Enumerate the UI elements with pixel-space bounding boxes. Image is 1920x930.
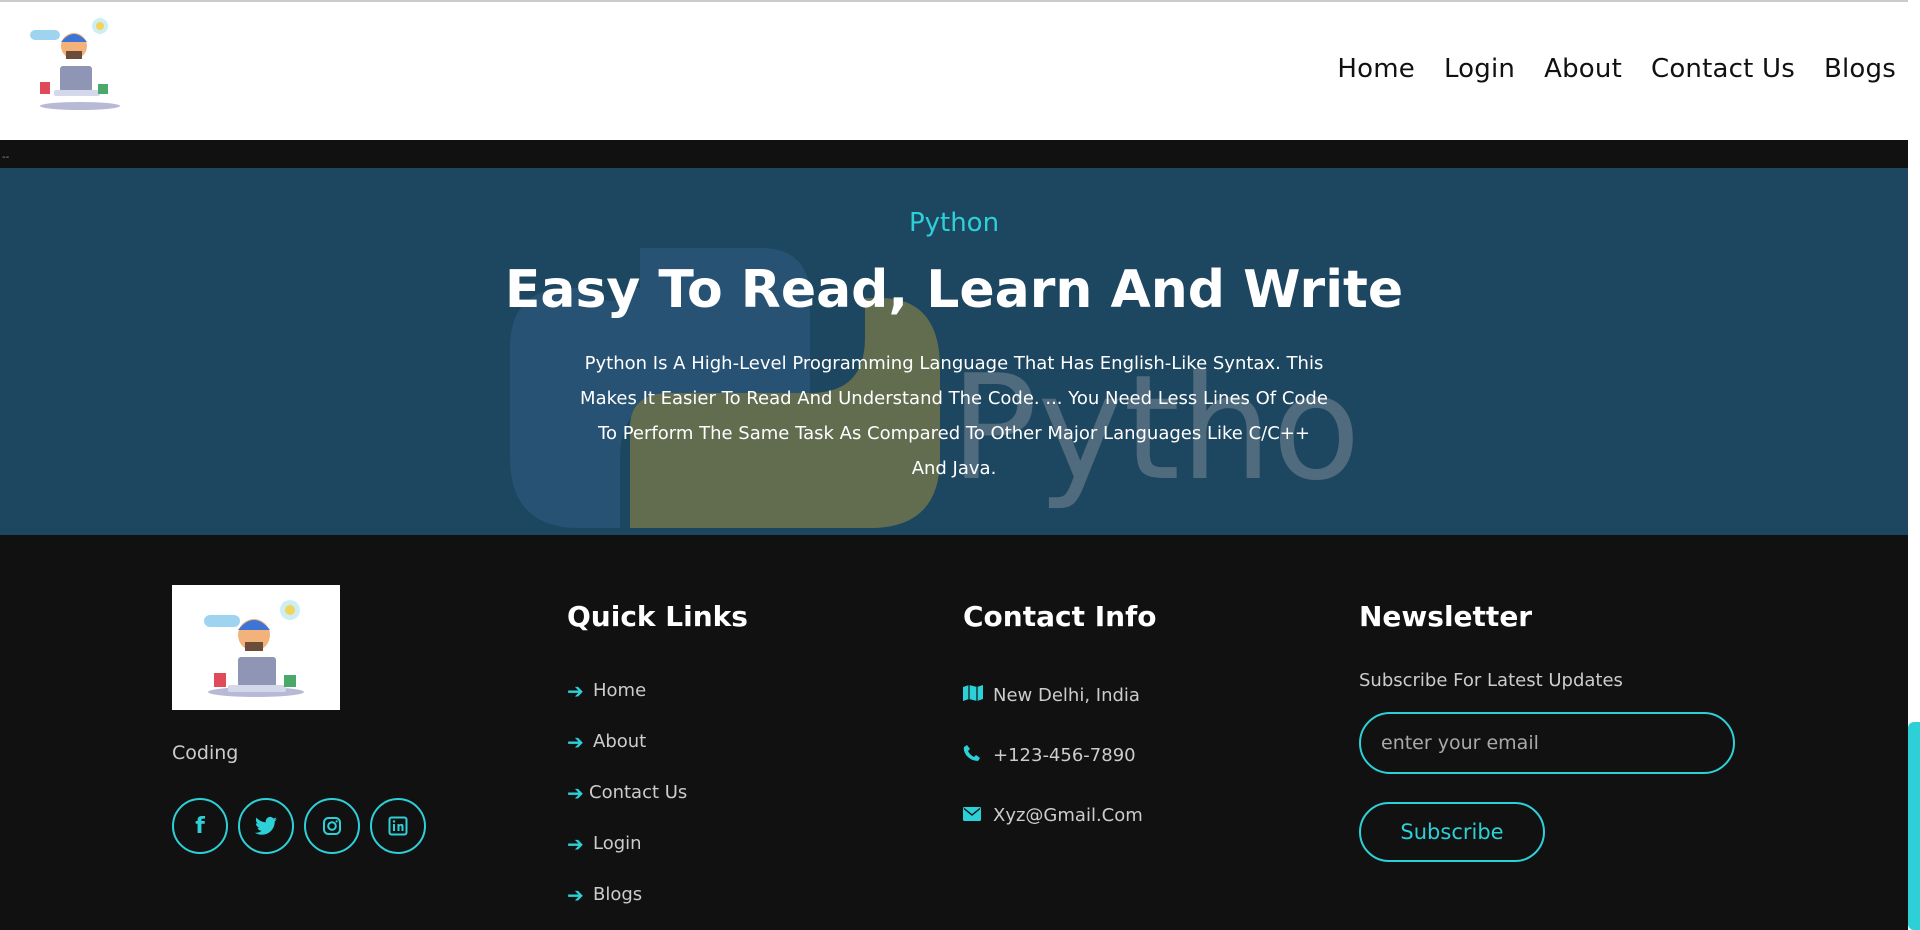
newsletter-title: Newsletter bbox=[1359, 600, 1533, 633]
hero-section: Python Python Easy To Read, Learn And Wr… bbox=[0, 168, 1908, 535]
linkedin-icon[interactable] bbox=[370, 798, 426, 854]
contact-email: Xyz@Gmail.Com bbox=[963, 785, 1143, 845]
social-links: f bbox=[172, 798, 426, 854]
hero-description: Python Is A High-Level Programming Langu… bbox=[580, 353, 1328, 479]
newsletter-section: Newsletter bbox=[1359, 600, 1532, 633]
arrow-right-icon: ➔ bbox=[567, 678, 584, 703]
contact-info-section: Contact Info bbox=[963, 600, 1157, 633]
nav-blogs-link[interactable]: Blogs bbox=[1824, 54, 1896, 84]
instagram-icon[interactable] bbox=[304, 798, 360, 854]
nav-login-link[interactable]: Login bbox=[1444, 54, 1515, 84]
hero-title: Easy To Read, Learn And Write bbox=[504, 260, 1404, 320]
quick-link-about[interactable]: ➔ About bbox=[567, 716, 687, 767]
hero-eyebrow: Python bbox=[908, 208, 1000, 238]
header-divider bbox=[0, 140, 1908, 168]
quick-link-login[interactable]: ➔ Login bbox=[567, 818, 687, 869]
map-icon bbox=[963, 684, 993, 706]
arrow-right-icon: ➔ bbox=[567, 729, 584, 754]
envelope-icon bbox=[963, 805, 993, 826]
arrow-right-icon: ➔ bbox=[567, 780, 584, 805]
site-footer: Coding f Quick Links ➔ Home ➔ About ➔ Conta… bbox=[0, 535, 1908, 930]
arrow-right-icon: ➔ bbox=[567, 882, 584, 907]
quick-links-title: Quick Links bbox=[567, 600, 748, 633]
scrollbar-thumb[interactable] bbox=[1908, 722, 1920, 930]
quick-link-home[interactable]: ➔ Home bbox=[567, 665, 687, 716]
footer-logo[interactable] bbox=[172, 585, 340, 710]
nav-about-link[interactable]: About bbox=[1544, 54, 1622, 84]
quick-links-section: Quick Links bbox=[567, 600, 748, 633]
facebook-icon[interactable]: f bbox=[172, 798, 228, 854]
nav-contact-link[interactable]: Contact Us bbox=[1651, 54, 1795, 84]
contact-phone: +123-456-7890 bbox=[963, 725, 1143, 785]
contact-address: New Delhi, India bbox=[963, 665, 1143, 725]
nav-home-link[interactable]: Home bbox=[1337, 54, 1415, 84]
main-nav: Home Login About Contact Us Blogs bbox=[1308, 54, 1908, 84]
newsletter-email-input[interactable]: enter your email bbox=[1359, 712, 1735, 774]
contact-info-list: New Delhi, India +123-456-7890 Xyz@Gmail… bbox=[963, 665, 1143, 845]
quick-link-blogs[interactable]: ➔ Blogs bbox=[567, 869, 687, 920]
quick-links-list: ➔ Home ➔ About ➔ Contact Us ➔ Login ➔ Blogs bbox=[567, 665, 687, 920]
twitter-icon[interactable] bbox=[238, 798, 294, 854]
arrow-right-icon: ➔ bbox=[567, 831, 584, 856]
phone-icon bbox=[963, 744, 993, 767]
contact-info-title: Contact Info bbox=[963, 600, 1157, 633]
subscribe-button[interactable]: Subscribe bbox=[1359, 802, 1545, 862]
newsletter-subtitle: Subscribe For Latest Updates bbox=[1359, 670, 1623, 691]
quick-link-contact[interactable]: ➔ Contact Us bbox=[567, 767, 687, 818]
tiny-mark: -- bbox=[2, 152, 10, 163]
logo-illustration[interactable] bbox=[30, 18, 136, 114]
site-header: Home Login About Contact Us Blogs bbox=[0, 0, 1908, 140]
footer-brand-name: Coding bbox=[172, 742, 239, 764]
